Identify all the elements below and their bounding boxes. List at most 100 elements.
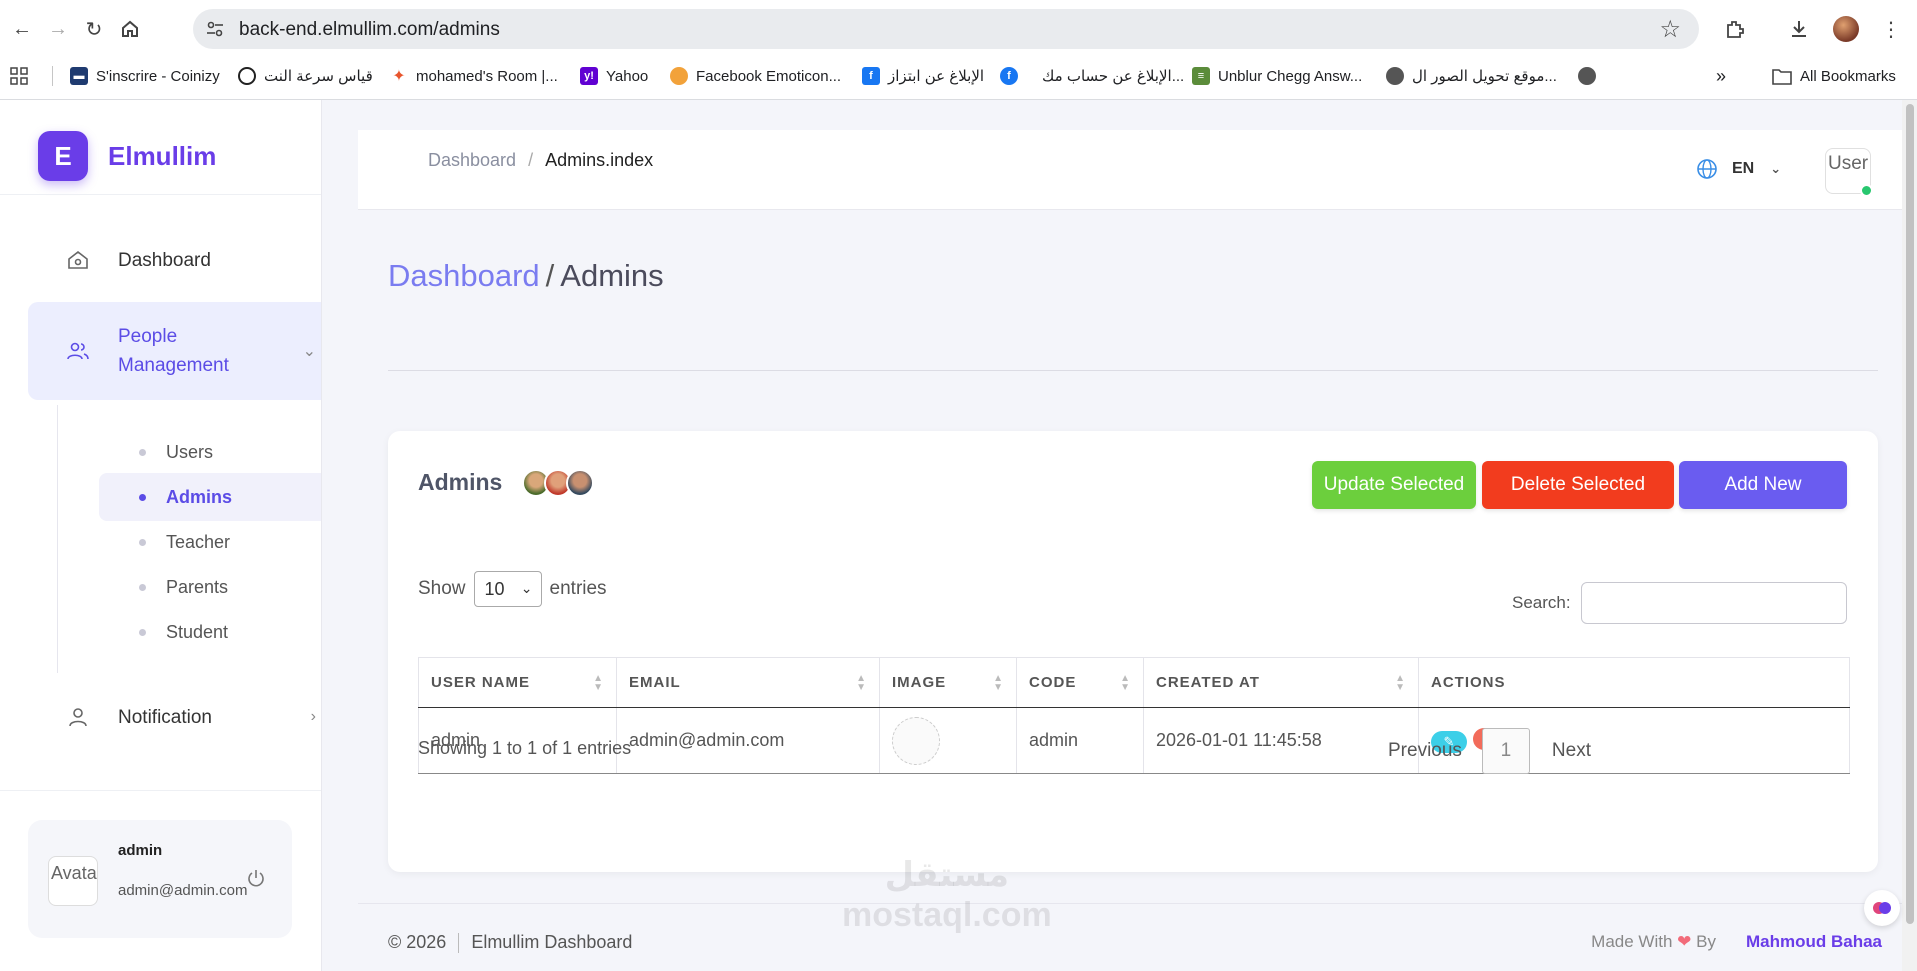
sidebar-item-people-management[interactable]: People Management ⌄ [28, 302, 321, 400]
avatar-group [522, 469, 594, 497]
home-icon [68, 250, 88, 269]
update-selected-button[interactable]: Update Selected [1312, 461, 1476, 509]
topbar: Dashboard / Admins.index EN ⌄ User [358, 130, 1902, 210]
add-new-button[interactable]: Add New [1679, 461, 1847, 509]
avatar [566, 469, 594, 497]
bookmark-chegg[interactable]: ≡ Unblur Chegg Answ... [1192, 64, 1362, 88]
column-header-image[interactable]: IMAGE ▲ ▼ [879, 657, 1017, 708]
sidebar-subitem-users[interactable]: Users [99, 428, 321, 476]
profile-avatar[interactable] [1831, 14, 1861, 44]
cell-created-at: 2026-01-01 11:45:58 [1143, 707, 1419, 774]
admins-table: USER NAME ▲ ▼ EMAIL ▲ ▼ IMAGE ▲ ▼ CODE ▲ ▼ CREAT… [418, 657, 1850, 774]
sidebar-item-label: Notification [118, 706, 212, 728]
browser-chrome: ← → ↻ back-end.elmullim.com/admins ☆ ⋮ ▬… [0, 0, 1917, 100]
home-icon[interactable] [116, 15, 144, 43]
bookmark-coinizy[interactable]: ▬ S'inscrire - Coinizy [70, 64, 220, 88]
broken-image-icon [892, 716, 940, 765]
books-icon: ≡ [1192, 67, 1210, 85]
table-header-row: USER NAME ▲ ▼ EMAIL ▲ ▼ IMAGE ▲ ▼ CODE ▲ ▼ CREAT… [418, 657, 1850, 708]
chevron-down-icon: ⌄ [302, 343, 316, 360]
card-title: Admins [418, 469, 503, 495]
browser-toolbar: ← → ↻ back-end.elmullim.com/admins ☆ ⋮ [0, 0, 1917, 58]
address-bar[interactable]: back-end.elmullim.com/admins ☆ [193, 9, 1699, 49]
sidebar-item-dashboard[interactable]: Dashboard [28, 238, 321, 282]
search-input[interactable] [1580, 582, 1847, 624]
user-icon [69, 708, 87, 727]
user-email: admin@admin.com [118, 882, 248, 899]
yahoo-icon: y! [580, 67, 598, 85]
globe-icon [1386, 67, 1404, 85]
sidebar-divider [0, 194, 321, 195]
avatar: Avatar [48, 856, 98, 906]
folder-icon [1772, 69, 1792, 85]
facebook-icon: f [1000, 67, 1018, 85]
coinizy-icon: ▬ [70, 67, 88, 85]
site-info-icon[interactable] [205, 19, 225, 39]
cell-image [879, 707, 1017, 774]
previous-button[interactable]: Previous [1388, 740, 1462, 762]
power-icon[interactable] [246, 868, 266, 888]
forward-icon[interactable]: → [44, 15, 72, 43]
sidebar-divider [0, 790, 321, 791]
bookmark-star-icon[interactable]: ☆ [1659, 15, 1681, 44]
all-bookmarks[interactable]: All Bookmarks [1772, 64, 1896, 88]
app: E Elmullim Dashboard People Management ⌄… [0, 100, 1917, 971]
bookmark-speedtest[interactable]: قياس سرعة النت [238, 64, 373, 88]
bookmark-report-1[interactable]: f الإبلاغ عن ابتزاز [862, 64, 984, 88]
language-selector[interactable]: EN ⌄ [1696, 158, 1781, 180]
bookmark-room[interactable]: ✦ mohamed's Room |... [390, 64, 558, 88]
delete-selected-button[interactable]: Delete Selected [1482, 461, 1674, 509]
column-header-code[interactable]: CODE ▲ ▼ [1016, 657, 1144, 708]
menu-kebab-icon[interactable]: ⋮ [1876, 14, 1906, 44]
breadcrumb-root[interactable]: Dashboard [428, 150, 516, 170]
heart-icon: ❤ [1677, 932, 1692, 951]
emoticon-icon [670, 67, 688, 85]
column-header-created-at[interactable]: CREATED AT ▲ ▼ [1143, 657, 1419, 708]
column-header-email[interactable]: EMAIL ▲ ▼ [616, 657, 880, 708]
speedtest-icon [238, 67, 256, 85]
sidebar-item-notification[interactable]: Notification › [28, 695, 321, 739]
table-info: Showing 1 to 1 of 1 entries [418, 738, 632, 758]
sidebar-subitem-admins[interactable]: Admins [99, 473, 321, 521]
bullet-icon [139, 583, 146, 591]
more-bookmarks-icon[interactable]: » [1716, 64, 1726, 88]
scrollbar-thumb[interactable] [1906, 104, 1914, 924]
made-with: Made With ❤ By Mahmoud Bahaa [1591, 932, 1882, 951]
assistant-brain-icon[interactable] [1864, 890, 1900, 926]
reload-icon[interactable]: ↻ [80, 15, 108, 43]
bookmarks-separator [52, 66, 53, 86]
entries-select[interactable]: 10 ⌄ [473, 571, 542, 607]
sidebar-subitem-parents[interactable]: Parents [99, 563, 321, 611]
bookmark-yahoo[interactable]: y! Yahoo [580, 64, 648, 88]
page-button[interactable]: 1 [1481, 728, 1530, 774]
next-button[interactable]: Next [1552, 740, 1591, 762]
page-title-link[interactable]: Dashboard [388, 258, 540, 293]
copyright: © 2026 Elmullim Dashboard [388, 932, 633, 954]
sidebar-item-label: People Management [118, 326, 229, 376]
page-title: Dashboard / Admins [388, 258, 664, 293]
bookmark-image-convert[interactable]: موقع تحويل الصور ال... [1386, 64, 1557, 88]
sidebar-subitem-student[interactable]: Student [99, 608, 321, 656]
bookmark-report-2[interactable]: f الإبلاغ عن حساب مك... [1000, 64, 1184, 88]
brand[interactable]: E Elmullim [38, 131, 216, 181]
globe-icon [1697, 159, 1717, 179]
apps-grid-icon[interactable] [10, 64, 28, 88]
divider [388, 370, 1878, 371]
bookmark-emoticon[interactable]: Facebook Emoticon... [670, 64, 841, 88]
column-header-username[interactable]: USER NAME ▲ ▼ [418, 657, 617, 708]
sidebar-subitem-teacher[interactable]: Teacher [99, 518, 321, 566]
submenu-line [57, 405, 58, 673]
sort-icon: ▲ ▼ [593, 673, 604, 693]
bullet-icon [139, 538, 146, 546]
bookmark-globe[interactable] [1578, 64, 1604, 88]
breadcrumb-current: Admins.index [545, 150, 654, 170]
brand-logo: E [38, 131, 88, 181]
extensions-icon[interactable] [1720, 14, 1750, 44]
back-icon[interactable]: ← [8, 15, 36, 43]
bullet-icon [139, 448, 146, 456]
url-text[interactable]: back-end.elmullim.com/admins [239, 19, 500, 41]
sort-icon: ▲ ▼ [993, 673, 1004, 693]
watermark-logo: مستقل mostaql.com [842, 856, 1052, 934]
author-link[interactable]: Mahmoud Bahaa [1746, 932, 1882, 951]
download-icon[interactable] [1784, 14, 1814, 44]
